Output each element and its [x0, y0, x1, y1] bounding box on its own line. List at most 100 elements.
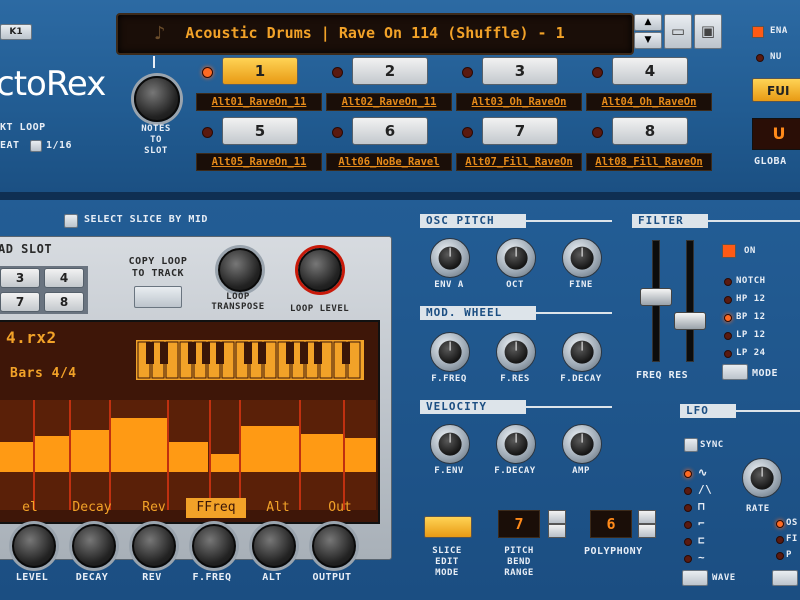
- lfo-wave-led[interactable]: [684, 538, 692, 546]
- waveform-slice[interactable]: [168, 442, 208, 472]
- param-tab[interactable]: Alt: [248, 498, 308, 518]
- knob-decay[interactable]: [72, 524, 116, 568]
- load-slot-8[interactable]: 8: [44, 292, 84, 312]
- slot-button-7[interactable]: 7: [482, 117, 558, 145]
- knob-fdecay[interactable]: [496, 424, 536, 464]
- knob-ffreq[interactable]: [192, 524, 236, 568]
- param-tab[interactable]: Out: [310, 498, 370, 518]
- pitch-bend-up[interactable]: [548, 510, 566, 524]
- save-preset-button[interactable]: ▣: [694, 14, 722, 49]
- knob-level[interactable]: [12, 524, 56, 568]
- waveform-slice[interactable]: [300, 434, 344, 472]
- freq-fader[interactable]: [640, 288, 672, 306]
- filter-mode-led[interactable]: [724, 332, 732, 340]
- browse-folder-button[interactable]: ▭: [664, 14, 692, 49]
- knob-alt[interactable]: [252, 524, 296, 568]
- knob-amp[interactable]: [562, 424, 602, 464]
- slot-filename[interactable]: Alt01_RaveOn_11: [196, 93, 322, 111]
- param-tab[interactable]: Rev: [124, 498, 184, 518]
- filter-mode-button[interactable]: [722, 364, 748, 380]
- slot-button-8[interactable]: 8: [612, 117, 688, 145]
- polyphony-up[interactable]: [638, 510, 656, 524]
- pitch-bend-display[interactable]: 7: [498, 510, 540, 538]
- loop-transpose-knob[interactable]: [218, 248, 262, 292]
- lfo-dest-led[interactable]: [776, 520, 784, 528]
- param-tab[interactable]: Decay: [62, 498, 122, 518]
- lfo-wave-led[interactable]: [684, 521, 692, 529]
- lfo-dest-led[interactable]: [776, 552, 784, 560]
- waveform-slice[interactable]: [210, 454, 240, 472]
- filter-mode-option[interactable]: NOTCH: [736, 276, 766, 286]
- lfo-wave-led[interactable]: [684, 487, 692, 495]
- filter-mode-led[interactable]: [724, 278, 732, 286]
- preset-down-button[interactable]: ▼: [634, 32, 662, 49]
- waveform-slice[interactable]: [240, 426, 300, 472]
- pitch-bend-down[interactable]: [548, 524, 566, 538]
- lfo-wave-led[interactable]: [684, 504, 692, 512]
- slot-button-6[interactable]: 6: [352, 117, 428, 145]
- slot-button-1[interactable]: 1: [222, 57, 298, 85]
- global-display[interactable]: U: [752, 118, 800, 150]
- loop-level-knob[interactable]: [298, 248, 342, 292]
- filter-mode-option[interactable]: LP 12: [736, 330, 766, 340]
- knob-rev[interactable]: [132, 524, 176, 568]
- slot-filename[interactable]: Alt06_NoBe_Ravel: [326, 153, 452, 171]
- load-slot-7[interactable]: 7: [0, 292, 40, 312]
- slot-button-3[interactable]: 3: [482, 57, 558, 85]
- param-tab[interactable]: FFreq: [186, 498, 246, 518]
- slot-filename[interactable]: Alt04_Oh_RaveOn: [586, 93, 712, 111]
- lfo-sync-toggle[interactable]: [684, 438, 698, 452]
- knob-fenv[interactable]: [430, 424, 470, 464]
- filter-mode-option[interactable]: LP 24: [736, 348, 766, 358]
- slot-button-4[interactable]: 4: [612, 57, 688, 85]
- load-slot-3[interactable]: 3: [0, 268, 40, 288]
- waveform-display[interactable]: 4.rx2 Bars 4/4 el Decay Rev FFreq Alt Out: [0, 320, 380, 524]
- filter-on-led[interactable]: [722, 244, 736, 258]
- lfo-rate-knob[interactable]: [742, 458, 782, 498]
- lfo-wave-led[interactable]: [684, 555, 692, 563]
- slot-button-5[interactable]: 5: [222, 117, 298, 145]
- slot-filename[interactable]: Alt03_Oh_RaveOn: [456, 93, 582, 111]
- polyphony-display[interactable]: 6: [590, 510, 632, 538]
- knob-fine[interactable]: [562, 238, 602, 278]
- knob-enva[interactable]: [430, 238, 470, 278]
- repeat-toggle[interactable]: [30, 140, 42, 152]
- lfo-dest-button[interactable]: [772, 570, 798, 586]
- slot-filename[interactable]: Alt07_Fill_RaveOn: [456, 153, 582, 171]
- copy-loop-button[interactable]: [134, 286, 182, 308]
- select-slice-toggle[interactable]: [64, 214, 78, 228]
- slice-edit-button[interactable]: [424, 516, 472, 538]
- lfo-wave-led[interactable]: [684, 470, 692, 478]
- waveform-slice[interactable]: [70, 430, 110, 472]
- knob-fres[interactable]: [496, 332, 536, 372]
- filter-mode-option[interactable]: HP 12: [736, 294, 766, 304]
- knob-output[interactable]: [312, 524, 356, 568]
- polyphony-down[interactable]: [638, 524, 656, 538]
- res-fader[interactable]: [674, 312, 706, 330]
- slot-filename[interactable]: Alt02_RaveOn_11: [326, 93, 452, 111]
- preset-up-button[interactable]: ▲: [634, 14, 662, 31]
- knob-label: F.ENV: [434, 466, 464, 476]
- knob-fdecay[interactable]: [562, 332, 602, 372]
- filter-mode-led[interactable]: [724, 296, 732, 304]
- filter-mode-led[interactable]: [724, 350, 732, 358]
- notes-to-slot-knob[interactable]: [134, 76, 180, 122]
- knob-ffreq[interactable]: [430, 332, 470, 372]
- slot-button-2[interactable]: 2: [352, 57, 428, 85]
- waveform-slice[interactable]: [110, 418, 168, 472]
- lfo-dest-led[interactable]: [776, 536, 784, 544]
- slot-filename[interactable]: Alt08_Fill_RaveOn: [586, 153, 712, 171]
- waveform-slice[interactable]: [34, 436, 70, 472]
- filter-mode-option[interactable]: BP 12: [736, 312, 766, 322]
- param-tab[interactable]: el: [0, 498, 60, 518]
- preset-display[interactable]: ♪ Acoustic Drums | Rave On 114 (Shuffle)…: [116, 13, 634, 55]
- select-slice-label: SELECT SLICE BY MID: [84, 214, 208, 225]
- enable-led[interactable]: [752, 26, 764, 38]
- fun-button[interactable]: FUI: [752, 78, 800, 102]
- knob-oct[interactable]: [496, 238, 536, 278]
- lfo-wave-button[interactable]: [682, 570, 708, 586]
- load-slot-4[interactable]: 4: [44, 268, 84, 288]
- waveform-slice[interactable]: [344, 438, 378, 472]
- filter-mode-led[interactable]: [724, 314, 732, 322]
- slot-filename[interactable]: Alt05_RaveOn_11: [196, 153, 322, 171]
